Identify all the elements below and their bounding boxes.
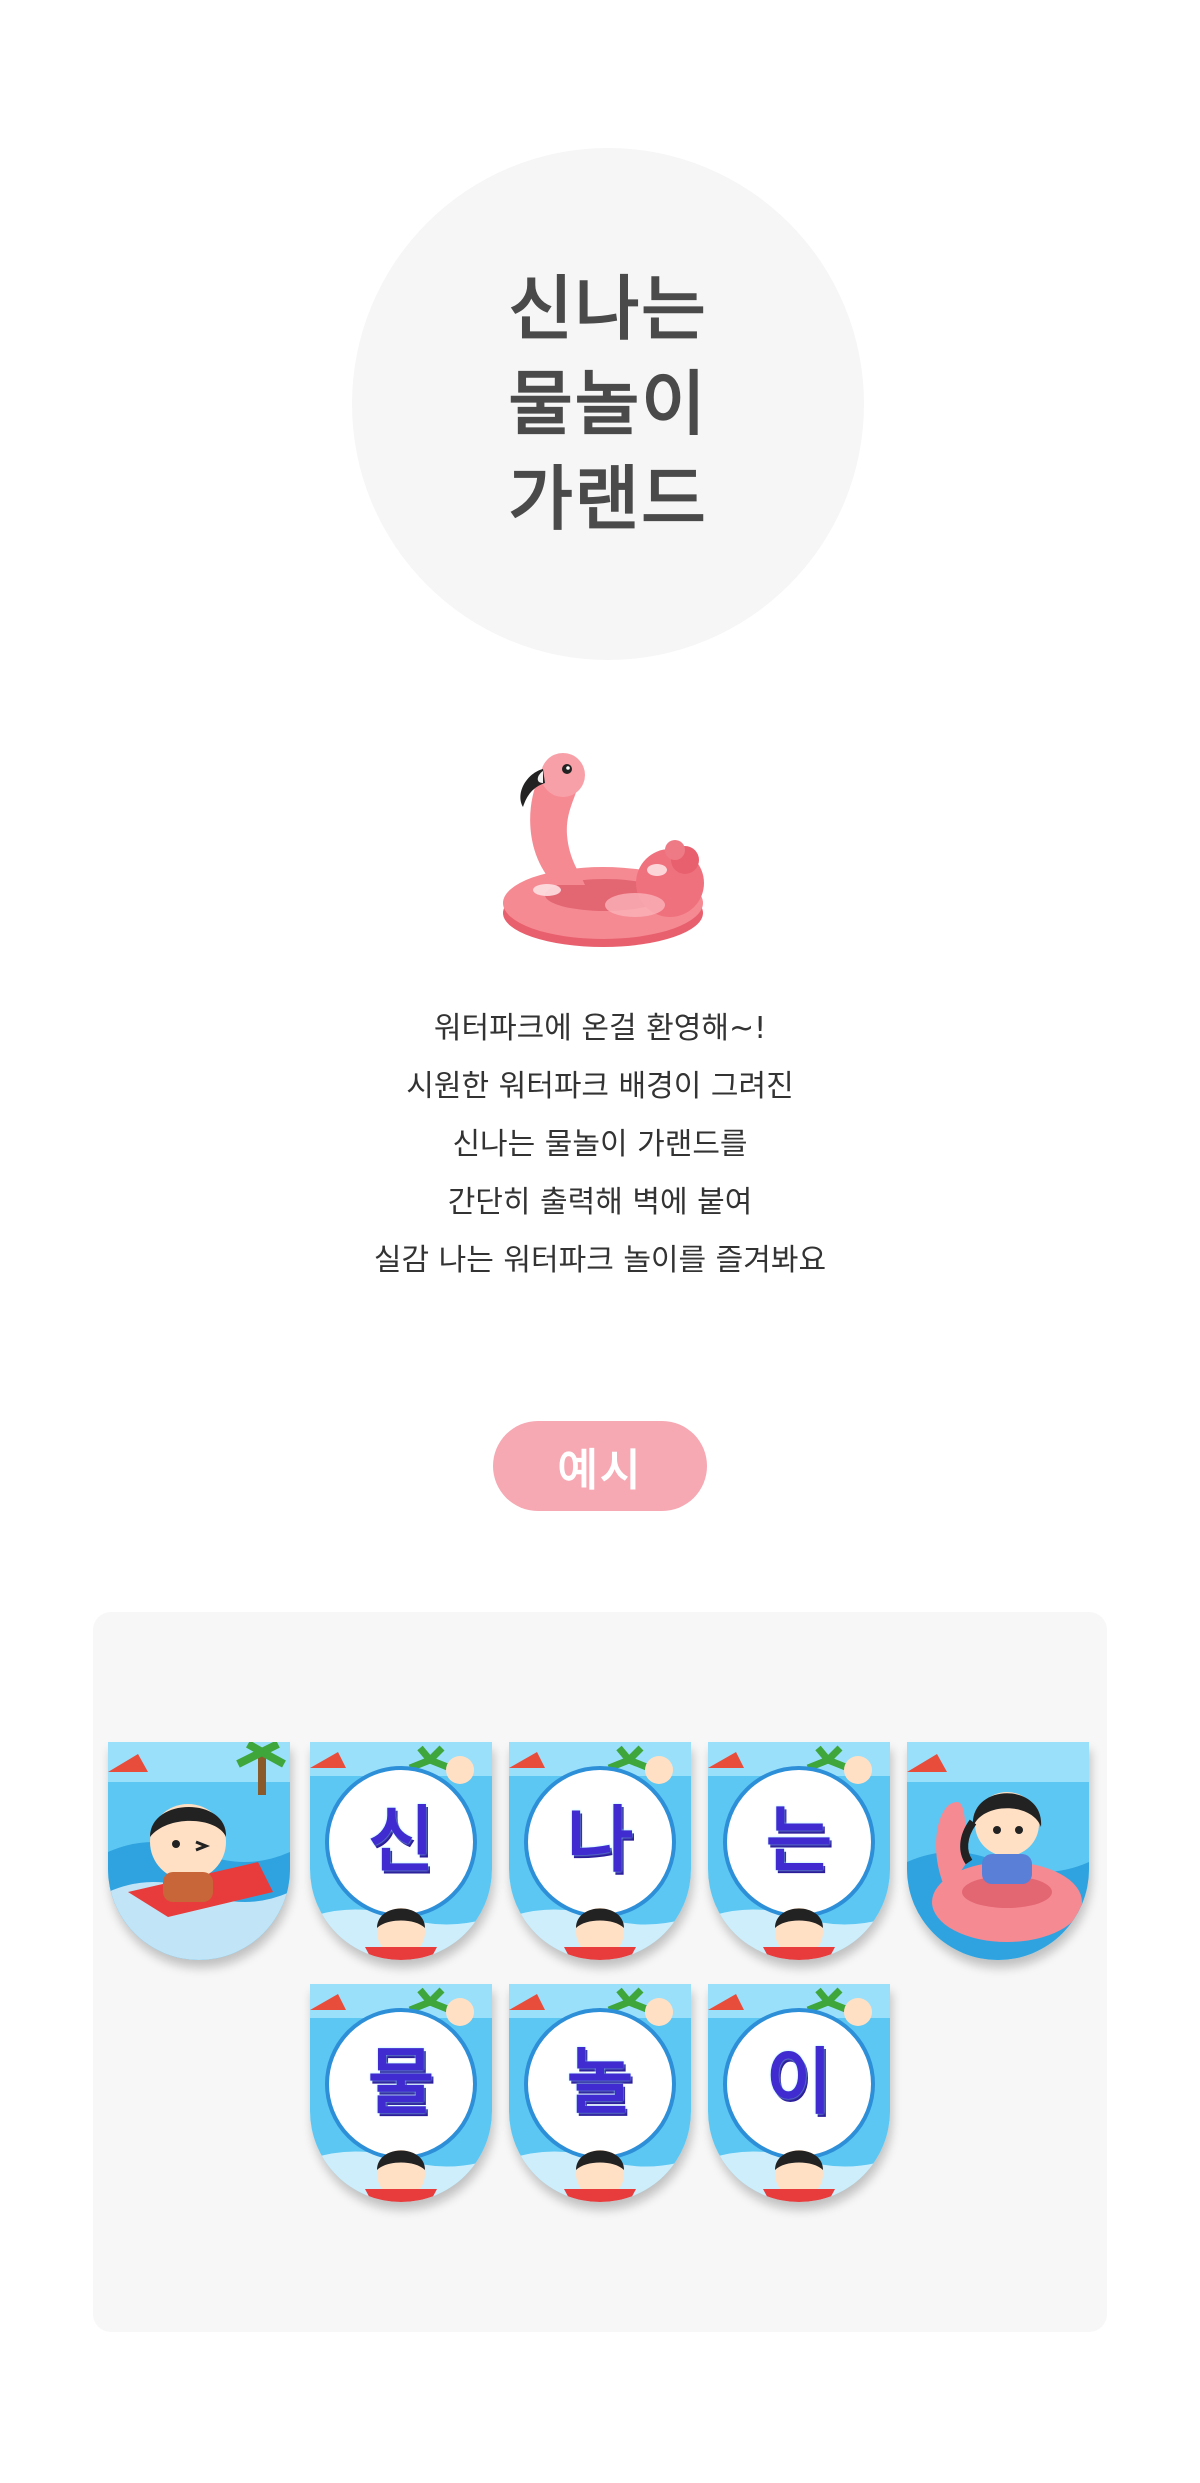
pennant-letter-6-char: 이	[765, 2040, 833, 2124]
intro-text: 워터파크에 온걸 환영해~! 시원한 워터파크 배경이 그려진 신나는 물놀이 …	[0, 1000, 1200, 1290]
title-line-3: 가랜드	[508, 457, 708, 540]
pennant-letter-4-char: 물	[367, 2040, 435, 2124]
flamingo-float-icon	[503, 753, 704, 947]
title-line-1: 신나는	[508, 267, 708, 350]
pennant-girl	[907, 1742, 1089, 1960]
pennant-boy	[108, 1742, 290, 1960]
example-badge-label: 예시	[557, 1445, 643, 1496]
pennant-letter-2-char: 나	[566, 1798, 634, 1882]
pennant-letter-2: 나	[509, 1742, 691, 1960]
pennant-letter-3-char: 는	[765, 1798, 833, 1882]
pennant-letter-4: 물	[310, 1984, 492, 2202]
intro-line-4: 간단히 출력해 벽에 붙여	[447, 1185, 753, 1220]
pennant-letter-1: 신	[310, 1742, 492, 1960]
intro-line-1: 워터파크에 온걸 환영해~!	[433, 1011, 767, 1046]
pennant-letter-3: 는	[708, 1742, 890, 1960]
pennant-letter-5-char: 놀	[566, 2040, 634, 2124]
title-line-2: 물놀이	[508, 362, 708, 445]
pennant-letter-5: 놀	[509, 1984, 691, 2202]
example-badge: 예시	[493, 1421, 707, 1511]
intro-line-5: 실감 나는 워터파크 놀이를 즐겨봐요	[373, 1243, 827, 1278]
example-preview-panel: 신 나 는 물 놀 이	[93, 1612, 1107, 2332]
intro-line-2: 시원한 워터파크 배경이 그려진	[406, 1069, 794, 1104]
pennant-letter-1-char: 신	[367, 1798, 435, 1882]
pennant-letter-6: 이	[708, 1984, 890, 2202]
title-circle: 신나는 물놀이 가랜드	[352, 148, 864, 660]
intro-line-3: 신나는 물놀이 가랜드를	[452, 1127, 748, 1162]
